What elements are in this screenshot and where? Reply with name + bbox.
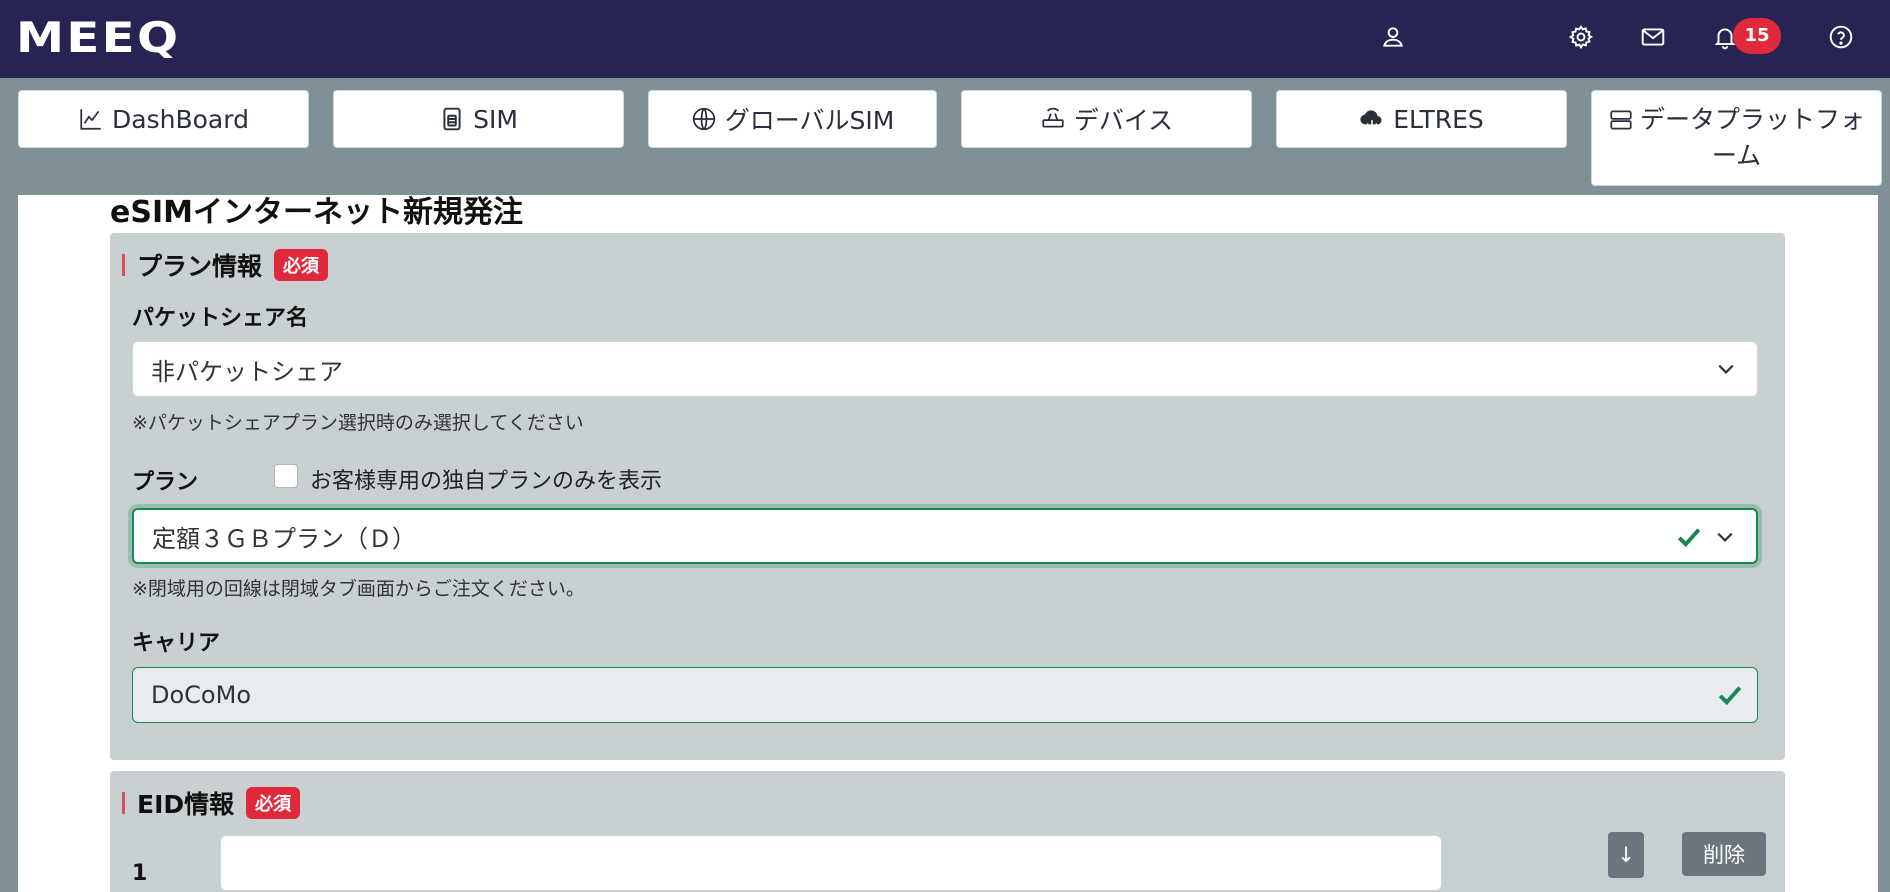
nav-dashboard[interactable]: DashBoard [18, 90, 309, 148]
nav-data-platform-label-2: ーム [1711, 141, 1762, 170]
nav-dashboard-label: DashBoard [112, 104, 249, 134]
mail-icon[interactable] [1636, 20, 1670, 54]
chevron-down-icon [1717, 532, 1733, 542]
valid-check-icon [1718, 686, 1742, 706]
section-accent-bar [122, 792, 125, 814]
nav-eltres-label: ELTRES [1393, 104, 1484, 134]
page-title: eSIMインターネット新規発注 [110, 195, 523, 230]
carrier-field: DoCoMo [132, 667, 1758, 723]
section-accent-bar [122, 254, 125, 276]
cloud-network-icon [1360, 110, 1382, 129]
eid-info-header: EID情報 必須 [122, 785, 301, 821]
nav-global-sim[interactable]: グローバルSIM [648, 90, 937, 148]
packet-share-note: ※パケットシェアプラン選択時のみ選択してください [132, 412, 584, 434]
nav-eltres[interactable]: ELTRES [1276, 90, 1567, 148]
sim-card-icon [443, 107, 461, 131]
carrier-value: DoCoMo [151, 681, 251, 709]
plan-label: プラン [132, 470, 199, 495]
required-badge: 必須 [274, 249, 329, 281]
packet-share-select[interactable]: 非パケットシェア [132, 341, 1758, 397]
chart-line-icon [80, 109, 101, 130]
server-icon [1610, 110, 1632, 130]
nav-device[interactable]: デバイス [961, 90, 1252, 148]
gear-icon[interactable] [1564, 20, 1598, 54]
nav-device-label: デバイス [1073, 106, 1174, 135]
eid-input[interactable] [220, 835, 1442, 891]
eid-info-section: EID情報 必須 1 ↓ 削除 [110, 771, 1785, 892]
eid-row-number: 1 [132, 861, 148, 886]
delete-button[interactable]: 削除 [1682, 832, 1766, 876]
main-nav: DashBoard SIM グローバルSIM デバイス ELTRES データプラ… [0, 78, 1890, 195]
meeq-logo[interactable]: MEEQ [16, 16, 180, 60]
move-down-button[interactable]: ↓ [1608, 832, 1644, 878]
nav-global-sim-label: グローバルSIM [724, 106, 895, 135]
packet-share-value: 非パケットシェア [151, 357, 343, 386]
plan-info-header: プラン情報 必須 [122, 247, 329, 283]
chevron-down-icon [1718, 364, 1734, 374]
carrier-label: キャリア [132, 631, 221, 656]
nav-data-platform[interactable]: データプラットフォ ーム [1591, 90, 1882, 186]
eid-info-title: EID情報 [137, 790, 235, 819]
plan-select[interactable]: 定額３ＧＢプラン（Ｄ） [132, 508, 1758, 564]
nav-sim-label: SIM [473, 104, 518, 134]
plan-note: ※閉域用の回線は閉域タブ画面からご注文ください。 [132, 578, 585, 600]
nav-data-platform-label-1: データプラットフォ [1639, 105, 1865, 134]
packet-share-label: パケットシェア名 [132, 306, 309, 331]
plan-info-section: プラン情報 必須 パケットシェア名 非パケットシェア ※パケットシェアプラン選択… [110, 233, 1785, 760]
required-badge: 必須 [246, 787, 301, 819]
valid-check-icon [1677, 528, 1701, 548]
globe-icon [692, 107, 715, 131]
help-icon[interactable] [1824, 20, 1858, 54]
user-icon[interactable] [1376, 20, 1410, 54]
custom-plan-checkbox-label[interactable]: お客様専用の独自プランのみを表示 [310, 463, 662, 495]
plan-value: 定額３ＧＢプラン（Ｄ） [152, 524, 416, 553]
nav-sim[interactable]: SIM [333, 90, 624, 148]
plan-info-title: プラン情報 [137, 252, 263, 281]
router-icon [1042, 107, 1064, 128]
notification-count-badge[interactable]: 15 [1733, 18, 1781, 54]
custom-plan-checkbox[interactable] [274, 464, 298, 488]
main-content: eSIMインターネット新規発注 プラン情報 必須 パケットシェア名 非パケットシ… [18, 195, 1878, 892]
top-bar: MEEQ 15 [0, 0, 1890, 78]
